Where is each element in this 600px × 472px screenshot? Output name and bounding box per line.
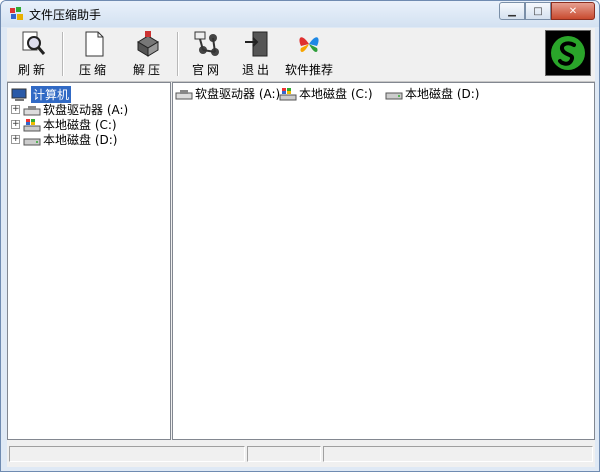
network-icon xyxy=(194,31,219,56)
refresh-label: 刷新 xyxy=(17,63,48,77)
status-cell xyxy=(323,446,593,462)
s-logo-icon xyxy=(551,36,585,70)
system-disk-icon xyxy=(279,87,297,100)
compress-button[interactable]: 压缩 xyxy=(73,30,115,78)
client-area: 刷新 压缩 解压 官网 退出 软件推荐 计算机 + 软盘驱动器 (A:) + 本… xyxy=(7,28,595,467)
compress-label: 压缩 xyxy=(78,63,109,77)
list-item-disk-d[interactable]: 本地磁盘 (D:) xyxy=(385,85,479,102)
list-item-disk-c[interactable]: 本地磁盘 (C:) xyxy=(279,85,373,102)
recommend-button[interactable]: 软件推荐 xyxy=(283,30,335,78)
app-icon xyxy=(10,7,23,20)
folder-tree[interactable]: 计算机 + 软盘驱动器 (A:) + 本地磁盘 (C:) + 本地磁盘 (D:) xyxy=(7,82,171,440)
status-bar xyxy=(7,444,595,464)
app-logo xyxy=(545,30,591,76)
expand-icon[interactable]: + xyxy=(11,135,20,144)
extract-box-icon xyxy=(137,31,159,57)
window-title: 文件压缩助手 xyxy=(29,8,102,22)
tree-item-disk-d[interactable]: + 本地磁盘 (D:) xyxy=(11,131,117,148)
refresh-button[interactable]: 刷新 xyxy=(13,30,53,78)
minimize-icon: ▁ xyxy=(508,5,516,17)
close-icon: ✕ xyxy=(568,5,578,17)
title-bar[interactable]: 文件压缩助手 ▁ □ ✕ xyxy=(1,1,599,27)
list-item-floppy[interactable]: 软盘驱动器 (A:) xyxy=(175,85,280,102)
list-item-label: 本地磁盘 (D:) xyxy=(405,87,480,101)
document-icon xyxy=(85,31,104,57)
file-list-view[interactable]: 软盘驱动器 (A:) 本地磁盘 (C:) 本地磁盘 (D:) xyxy=(172,82,595,440)
floppy-drive-icon xyxy=(23,105,41,115)
tree-item-label: 本地磁盘 (D:) xyxy=(43,133,118,147)
refresh-magnifier-icon xyxy=(22,31,46,55)
website-label: 官网 xyxy=(191,63,222,77)
exit-button[interactable]: 退出 xyxy=(237,30,277,78)
extract-label: 解压 xyxy=(132,63,163,77)
toolbar-separator xyxy=(62,32,64,76)
colorful-butterfly-icon xyxy=(299,37,319,52)
extract-button[interactable]: 解压 xyxy=(127,30,169,78)
close-button[interactable]: ✕ xyxy=(551,2,595,20)
website-button[interactable]: 官网 xyxy=(187,30,227,78)
recommend-label: 软件推荐 xyxy=(284,63,333,77)
expand-icon[interactable]: + xyxy=(11,120,20,129)
floppy-drive-icon xyxy=(175,89,193,99)
maximize-button[interactable]: □ xyxy=(525,2,551,20)
expand-icon[interactable]: + xyxy=(11,105,20,114)
toolbar: 刷新 压缩 解压 官网 退出 软件推荐 xyxy=(7,28,595,82)
minimize-button[interactable]: ▁ xyxy=(499,2,525,20)
app-window: 文件压缩助手 ▁ □ ✕ 刷新 压缩 解压 官网 退出 软件推荐 计算机 + 软… xyxy=(0,0,600,472)
toolbar-separator xyxy=(177,32,179,76)
status-cell xyxy=(247,446,321,462)
maximize-icon: □ xyxy=(533,5,543,17)
status-cell xyxy=(9,446,245,462)
computer-icon xyxy=(11,88,27,101)
disk-icon xyxy=(385,92,403,99)
disk-icon xyxy=(23,138,41,145)
exit-door-icon xyxy=(245,31,268,57)
system-disk-icon xyxy=(23,118,41,131)
exit-label: 退出 xyxy=(241,63,272,77)
list-item-label: 本地磁盘 (C:) xyxy=(299,87,373,101)
list-item-label: 软盘驱动器 (A:) xyxy=(195,87,281,101)
